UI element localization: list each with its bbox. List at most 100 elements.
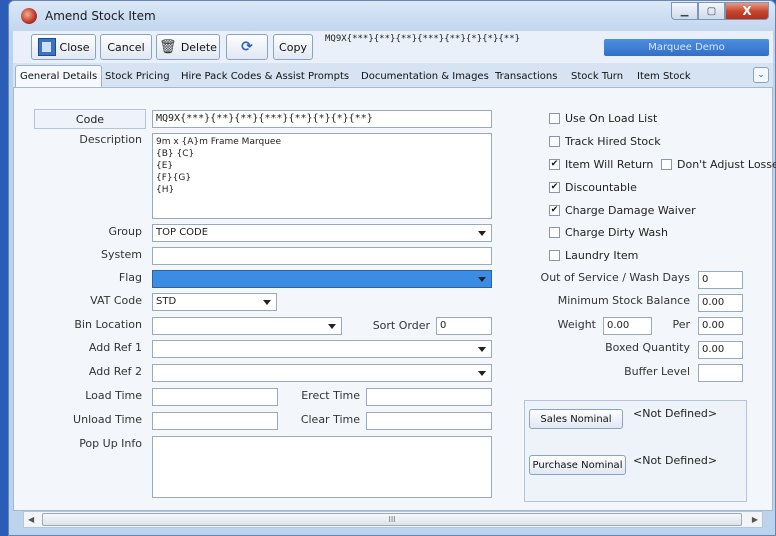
chevron-down-icon[interactable]: ⌄ <box>753 67 769 83</box>
item-will-return-label: Item Will Return <box>565 158 654 171</box>
scroll-right-icon[interactable]: ▶ <box>752 515 758 524</box>
window-title: Amend Stock Item <box>45 9 156 23</box>
tab-bar: General Details Stock Pricing Hire Pack … <box>13 63 773 87</box>
nominal-group: Sales Nominal <Not Defined> Purchase Nom… <box>524 400 747 502</box>
add-ref-1-label: Add Ref 1 <box>88 341 142 354</box>
cancel-button-label: Cancel <box>107 40 145 54</box>
laundry-item-label: Laundry Item <box>565 249 639 262</box>
laundry-item-checkbox[interactable]: Laundry Item <box>549 249 638 262</box>
scroll-left-icon[interactable]: ◀ <box>28 515 34 524</box>
min-stock-balance-label: Minimum Stock Balance <box>557 294 690 307</box>
system-field[interactable] <box>152 247 492 265</box>
purchase-nominal-button[interactable]: Purchase Nominal <box>529 455 626 475</box>
group-label: Group <box>108 225 143 238</box>
min-stock-balance-field[interactable]: 0.00 <box>698 294 743 312</box>
charge-dirty-wash-checkbox[interactable]: Charge Dirty Wash <box>549 226 668 239</box>
sort-order-label: Sort Order <box>372 319 430 332</box>
track-hired-stock-checkbox[interactable]: Track Hired Stock <box>549 135 661 148</box>
tab-stock-turn[interactable]: Stock Turn <box>567 66 627 86</box>
checkbox-box <box>549 250 560 261</box>
window-controls: ▁ ▢ X <box>671 2 769 20</box>
scrollbar-thumb[interactable]: III <box>42 513 742 526</box>
dont-adjust-losses-checkbox[interactable]: Don't Adjust Losse <box>661 158 776 171</box>
tab-item-stock[interactable]: Item Stock <box>633 66 695 86</box>
tab-stock-pricing[interactable]: Stock Pricing <box>101 66 174 86</box>
use-on-load-list-checkbox[interactable]: Use On Load List <box>549 112 657 125</box>
copy-button[interactable]: Copy <box>273 34 313 60</box>
tab-transactions[interactable]: Transactions <box>491 66 561 86</box>
unload-time-field[interactable] <box>152 412 278 430</box>
per-label: Per <box>672 318 690 331</box>
horizontal-scrollbar[interactable]: ◀ III ▶ <box>23 511 763 528</box>
clear-time-label: Clear Time <box>300 413 360 426</box>
out-of-service-field[interactable]: 0 <box>698 271 743 289</box>
system-label: System <box>100 248 142 261</box>
grip-icon: III <box>388 515 396 524</box>
purchase-nominal-value: <Not Defined> <box>633 454 718 467</box>
chevron-down-icon <box>478 347 486 352</box>
code-label: Code <box>34 109 146 129</box>
checkmark-icon: ✔ <box>549 182 560 193</box>
minimize-button[interactable]: ▁ <box>671 2 698 20</box>
close-button[interactable]: Close <box>31 34 96 60</box>
chevron-down-icon <box>478 231 486 236</box>
buffer-level-label: Buffer Level <box>624 365 690 378</box>
cancel-button[interactable]: Cancel <box>100 34 152 60</box>
out-of-service-label: Out of Service / Wash Days <box>540 271 690 284</box>
sort-order-field[interactable]: 0 <box>436 317 492 335</box>
title-bar: Amend Stock Item ▁ ▢ X <box>9 1 775 31</box>
per-field[interactable]: 0.00 <box>698 317 743 335</box>
chevron-down-icon <box>478 371 486 376</box>
chevron-down-icon <box>478 277 486 282</box>
description-textarea[interactable]: 9m x {A}m Frame Marquee {B} {C} {E} {F}{… <box>152 133 492 219</box>
charge-damage-waiver-checkbox[interactable]: ✔ Charge Damage Waiver <box>549 204 696 217</box>
close-door-icon <box>37 38 56 56</box>
discountable-checkbox[interactable]: ✔ Discountable <box>549 181 637 194</box>
load-time-label: Load Time <box>85 389 142 402</box>
close-button-label: Close <box>59 40 90 54</box>
maximize-button[interactable]: ▢ <box>698 2 725 20</box>
popup-info-textarea[interactable] <box>152 436 492 498</box>
tab-general-details[interactable]: General Details <box>15 65 103 87</box>
item-will-return-checkbox[interactable]: ✔ Item Will Return <box>549 158 653 171</box>
checkmark-icon: ✔ <box>549 205 560 216</box>
charge-damage-waiver-label: Charge Damage Waiver <box>565 204 696 217</box>
vat-code-value: STD <box>156 296 177 307</box>
group-dropdown[interactable]: TOP CODE <box>152 224 492 242</box>
sales-nominal-value: <Not Defined> <box>633 407 718 420</box>
weight-field[interactable]: 0.00 <box>603 317 652 335</box>
add-ref-2-dropdown[interactable] <box>152 364 492 382</box>
copy-button-label: Copy <box>279 40 307 54</box>
close-window-button[interactable]: X <box>725 2 769 20</box>
checkbox-box <box>549 113 560 124</box>
description-label: Description <box>79 133 142 146</box>
code-field[interactable]: MQ9X{***}{**}{**}{***}{**}{*}{*}{**} <box>152 110 492 128</box>
refresh-icon: ⟳ <box>241 39 253 55</box>
amend-stock-item-window: Amend Stock Item ▁ ▢ X Close Cancel 🗑 De… <box>8 0 776 536</box>
checkbox-box <box>549 227 560 238</box>
clear-time-field[interactable] <box>366 412 492 430</box>
delete-button[interactable]: 🗑 Delete <box>156 34 220 60</box>
flag-label: Flag <box>118 271 142 284</box>
refresh-button[interactable]: ⟳ <box>226 34 268 60</box>
dont-adjust-losses-label: Don't Adjust Losse <box>677 158 776 171</box>
add-ref-1-dropdown[interactable] <box>152 340 492 358</box>
buffer-level-field[interactable] <box>698 364 743 382</box>
tab-documentation-images[interactable]: Documentation & Images <box>357 66 493 86</box>
tab-hire-pack-codes[interactable]: Hire Pack Codes & Assist Prompts <box>177 66 353 86</box>
checkbox-box <box>661 159 672 170</box>
track-hired-stock-label: Track Hired Stock <box>565 135 661 148</box>
general-details-panel: Code MQ9X{***}{**}{**}{***}{**}{*}{*}{**… <box>13 87 776 511</box>
flag-dropdown[interactable] <box>152 270 492 288</box>
erect-time-field[interactable] <box>366 388 492 406</box>
delete-button-label: Delete <box>180 40 217 54</box>
app-icon <box>21 8 37 24</box>
group-value: TOP CODE <box>156 227 209 238</box>
bin-location-dropdown[interactable] <box>152 317 342 335</box>
vat-code-dropdown[interactable]: STD <box>152 293 277 311</box>
code-display: MQ9X{***}{**}{**}{***}{**}{*}{*}{**} <box>325 34 521 44</box>
checkmark-icon: ✔ <box>549 159 560 170</box>
sales-nominal-button[interactable]: Sales Nominal <box>529 409 623 429</box>
boxed-quantity-field[interactable]: 0.00 <box>698 341 743 359</box>
load-time-field[interactable] <box>152 388 278 406</box>
